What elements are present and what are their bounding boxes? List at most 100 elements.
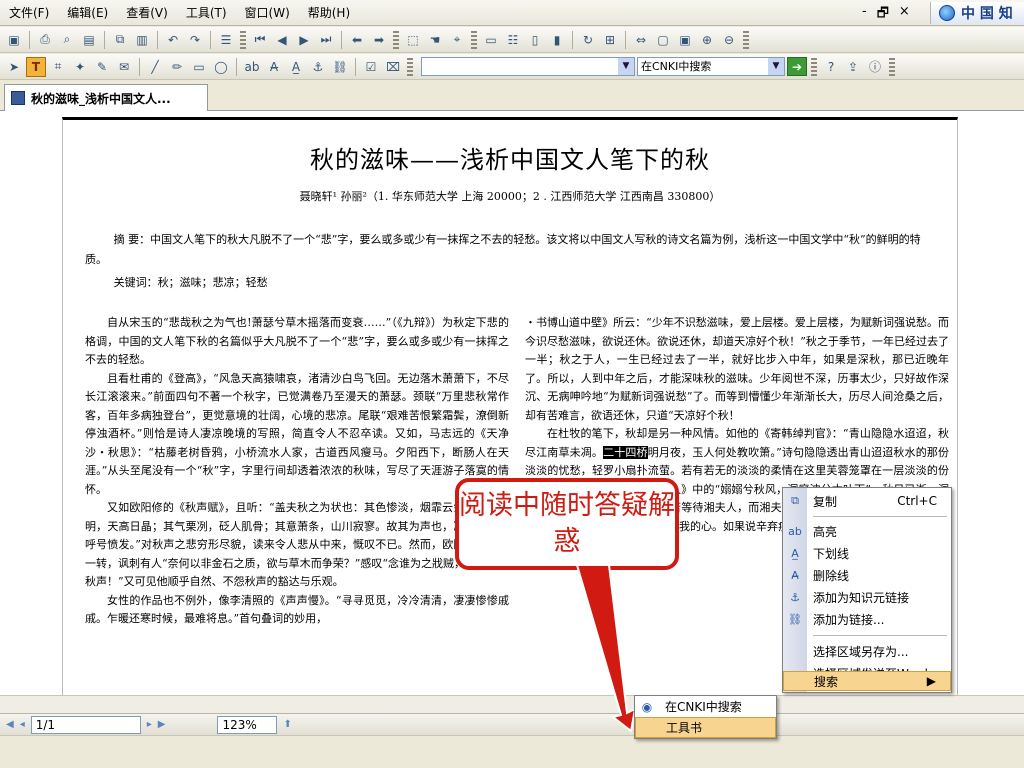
first-page-icon[interactable]: ⏮ xyxy=(250,30,270,50)
page-setup-icon[interactable]: ▤ xyxy=(79,30,99,50)
select-tool-icon[interactable]: ⬚ xyxy=(403,30,423,50)
note-icon[interactable]: ✉ xyxy=(114,57,134,77)
zoom-out-icon[interactable]: ⊖ xyxy=(719,30,739,50)
text-select-icon[interactable]: T xyxy=(26,56,46,77)
pointer-icon[interactable]: ➤ xyxy=(4,57,24,77)
hand-tool-icon[interactable]: ☚ xyxy=(425,30,445,50)
search-submenu: ◉ 在CNKI中搜索 工具书 xyxy=(634,695,777,739)
toolbar-grip[interactable] xyxy=(743,30,749,49)
search-go-button[interactable]: ➔ xyxy=(787,57,807,76)
toolbar-grip[interactable] xyxy=(240,30,246,49)
restore-button[interactable]: 🗗 xyxy=(877,4,889,26)
menu-item-search-cnki[interactable]: ◉ 在CNKI中搜索 xyxy=(635,696,776,717)
strikethrough-icon[interactable]: A̶ xyxy=(264,57,284,77)
toolbar-grip[interactable] xyxy=(889,57,895,76)
facing-page-icon[interactable]: ▯ xyxy=(525,30,545,50)
properties-icon[interactable]: ☰ xyxy=(216,30,236,50)
menu-edit[interactable]: 编辑(E) xyxy=(58,0,117,26)
copy-icon[interactable]: ⧉ xyxy=(110,30,130,50)
close-button[interactable]: × xyxy=(899,4,910,26)
paste-icon[interactable]: ▥ xyxy=(132,30,152,50)
snapshot-icon[interactable]: ⌗ xyxy=(48,57,68,77)
find-input[interactable]: ▼ xyxy=(421,57,635,76)
menu-item-reference-books[interactable]: 工具书 xyxy=(635,717,776,738)
redo-icon[interactable]: ↷ xyxy=(185,30,205,50)
fit-page-icon[interactable]: ▢ xyxy=(653,30,673,50)
menu-item-add-link[interactable]: ⛓ 添加为链接... xyxy=(783,608,951,630)
menu-item-underline[interactable]: A̲ 下划线 xyxy=(783,542,951,564)
menu-item-copy[interactable]: ⧉ 复制 Ctrl+C xyxy=(783,490,951,512)
book-view-icon[interactable]: ▮ xyxy=(547,30,567,50)
rotate-icon[interactable]: ↻ xyxy=(578,30,598,50)
layout-icon[interactable]: ⊞ xyxy=(600,30,620,50)
checkbox-tool-icon[interactable]: ☑ xyxy=(361,57,381,77)
prev-page-icon[interactable]: ◂ xyxy=(20,719,25,730)
link-icon[interactable]: ⛓ xyxy=(330,57,350,77)
zoom-arrow-icon[interactable]: ⬆ xyxy=(283,719,291,730)
print-icon[interactable]: ⎙ xyxy=(35,30,55,50)
menu-item-label: 删除线 xyxy=(813,568,850,583)
info-icon[interactable]: ⓘ xyxy=(865,57,885,77)
cnki-brand[interactable]: 中 国 知 xyxy=(930,2,1024,24)
next-page-icon[interactable]: ▶ xyxy=(294,30,314,50)
ellipse-tool-icon[interactable]: ◯ xyxy=(211,57,231,77)
toolbar-grip[interactable] xyxy=(811,57,817,76)
menu-help[interactable]: 帮助(H) xyxy=(299,0,359,26)
menu-item-label: 在CNKI中搜索 xyxy=(665,700,742,714)
chevron-down-icon[interactable]: ▼ xyxy=(768,58,784,75)
selected-text[interactable]: 二十四桥 xyxy=(603,445,648,459)
first-page-icon[interactable]: ◀ xyxy=(6,719,14,730)
search-scope-select[interactable]: 在CNKI中搜索 ▼ xyxy=(637,57,785,76)
single-page-icon[interactable]: ▭ xyxy=(481,30,501,50)
print-preview-icon[interactable]: ⌕ xyxy=(57,30,77,50)
actual-size-icon[interactable]: ▣ xyxy=(675,30,695,50)
chevron-down-icon[interactable]: ▼ xyxy=(618,58,634,75)
help-icon[interactable]: ? xyxy=(821,57,841,77)
export-icon[interactable]: ⇪ xyxy=(843,57,863,77)
save-icon[interactable]: ▣ xyxy=(4,30,24,50)
next-page-icon[interactable]: ▸ xyxy=(147,719,152,730)
marker-icon[interactable]: ✎ xyxy=(92,57,112,77)
page-number-field[interactable]: 1/1 xyxy=(30,715,141,734)
menu-window[interactable]: 窗口(W) xyxy=(236,0,299,26)
continuous-page-icon[interactable]: ☷ xyxy=(503,30,523,50)
menu-file[interactable]: 文件(F) xyxy=(0,0,58,26)
rectangle-tool-icon[interactable]: ▭ xyxy=(189,57,209,77)
menu-item-save-region[interactable]: 选择区域另存为... xyxy=(783,640,951,662)
last-page-icon[interactable]: ▶ xyxy=(158,719,166,730)
last-page-icon[interactable]: ⏭ xyxy=(316,30,336,50)
zoom-in-icon[interactable]: ⊕ xyxy=(697,30,717,50)
zoom-tool-icon[interactable]: ⌖ xyxy=(447,30,467,50)
menu-tools[interactable]: 工具(T) xyxy=(177,0,236,26)
anchor-icon[interactable]: ⚓ xyxy=(308,57,328,77)
toolbar-grip[interactable] xyxy=(393,30,399,49)
line-tool-icon[interactable]: ╱ xyxy=(145,57,165,77)
statusbar: ◀ ◂ 1/1 ▸ ▶ 123% ⬆ xyxy=(0,713,1024,735)
toolbar-grip[interactable] xyxy=(407,57,413,76)
horizontal-scrollbar[interactable] xyxy=(0,695,1024,713)
highlight-icon: ab xyxy=(788,524,802,538)
toolbar-separator xyxy=(341,30,342,49)
toolbar-separator xyxy=(157,30,158,49)
underline-icon[interactable]: A̲ xyxy=(286,57,306,77)
forward-icon[interactable]: ➡ xyxy=(369,30,389,50)
menu-view[interactable]: 查看(V) xyxy=(117,0,177,26)
toolbar-separator xyxy=(210,30,211,49)
menu-item-search[interactable]: 搜索 ▶ xyxy=(783,671,951,691)
menu-item-add-knowledge-link[interactable]: ⚓ 添加为知识元链接 xyxy=(783,586,951,608)
menu-item-highlight[interactable]: ab 高亮 xyxy=(783,520,951,542)
zoom-field[interactable]: 123% xyxy=(217,715,278,734)
image-tool-icon[interactable]: ⌧ xyxy=(383,57,403,77)
fit-width-icon[interactable]: ⇔ xyxy=(631,30,651,50)
prev-page-icon[interactable]: ◀ xyxy=(272,30,292,50)
highlight-icon[interactable]: ab xyxy=(242,57,262,77)
pencil-tool-icon[interactable]: ✏ xyxy=(167,57,187,77)
toolbar-grip[interactable] xyxy=(471,30,477,49)
undo-icon[interactable]: ↶ xyxy=(163,30,183,50)
menu-item-label: 高亮 xyxy=(813,524,838,539)
minimize-button[interactable]: - xyxy=(862,4,867,26)
back-icon[interactable]: ⬅ xyxy=(347,30,367,50)
ocr-icon[interactable]: ✦ xyxy=(70,57,90,77)
tab-document[interactable]: 秋的滋味_浅析中国文人... xyxy=(4,84,208,111)
menu-item-strikethrough[interactable]: A̶ 删除线 xyxy=(783,564,951,586)
